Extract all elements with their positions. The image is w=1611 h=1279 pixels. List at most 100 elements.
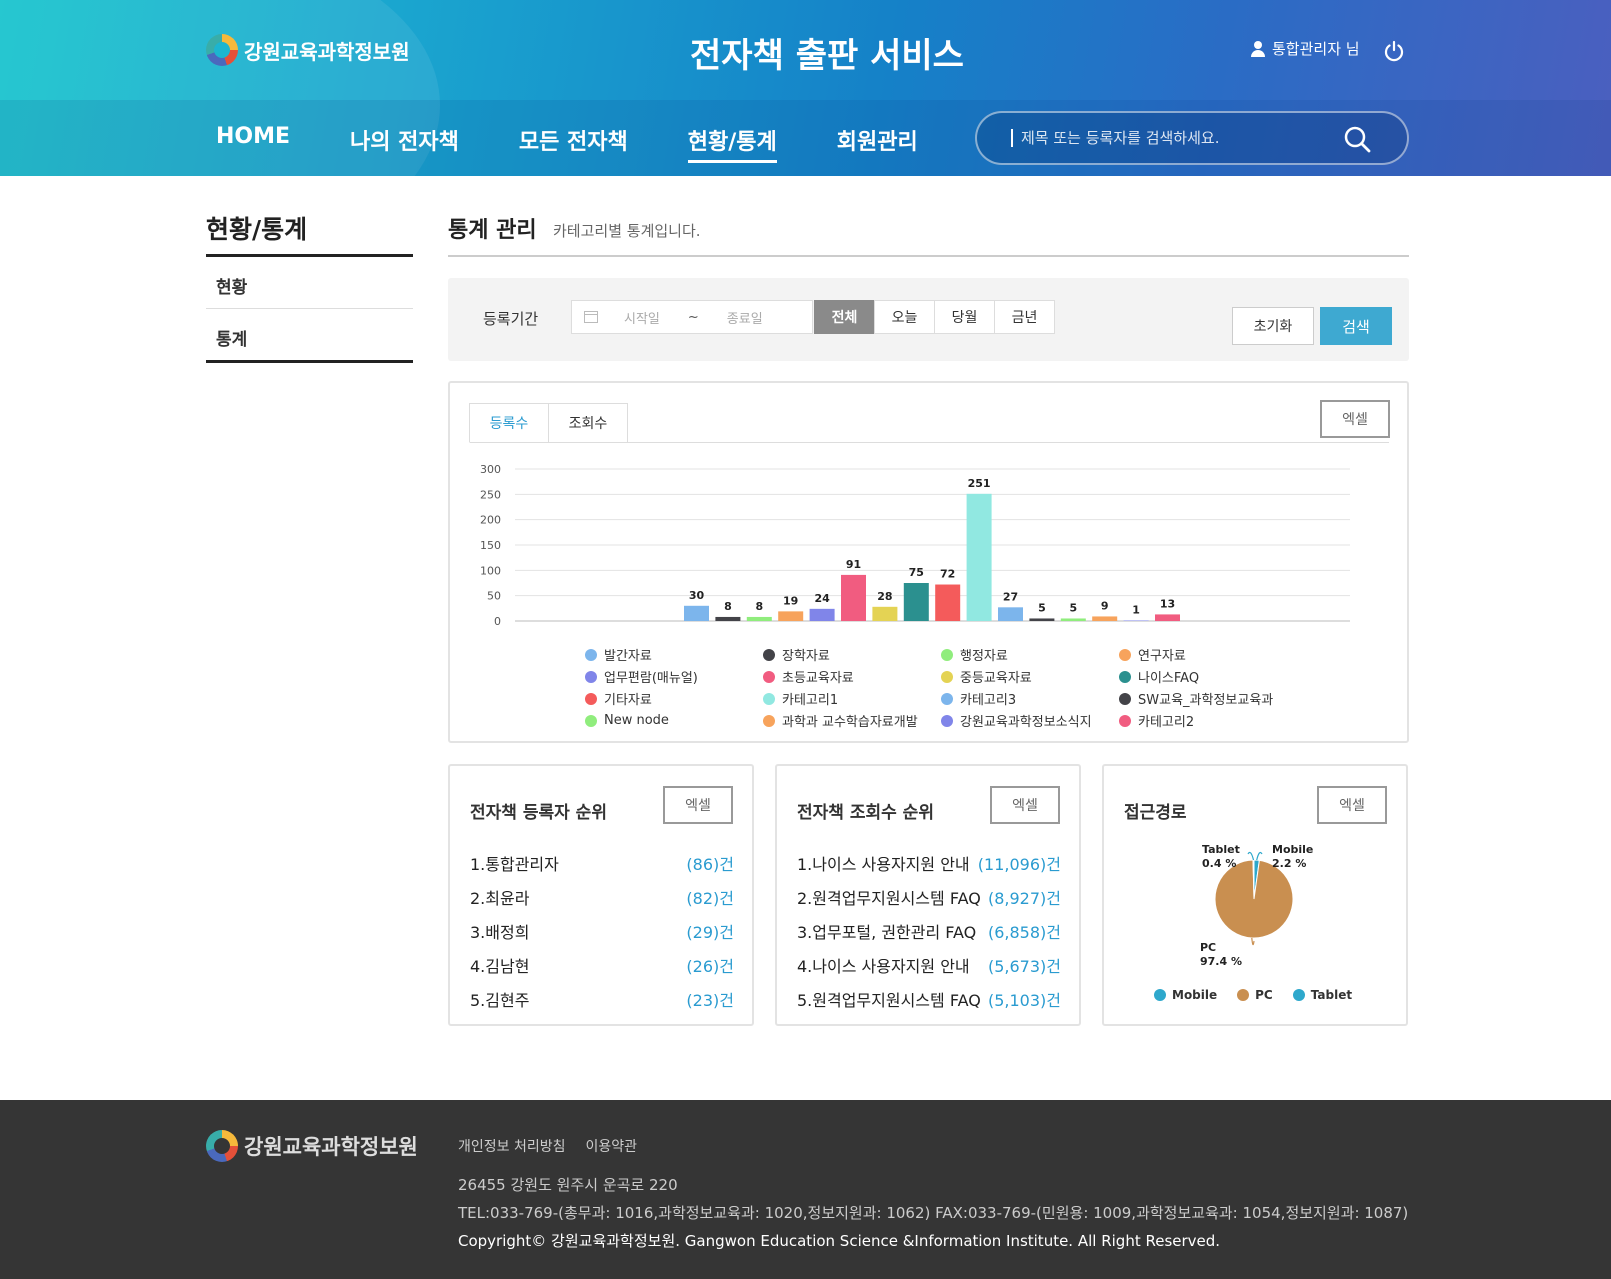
sidebar-item-statistics[interactable]: 통계 [206,325,413,363]
calendar-icon[interactable] [584,311,598,323]
pie-legend-item[interactable]: Mobile [1154,988,1217,1002]
user-menu[interactable]: 통합관리자 님 [1250,38,1360,59]
site-logo[interactable]: 강원교육과학정보원 [206,34,410,66]
legend-item[interactable]: 업무편람(매뉴얼) [585,667,763,686]
legend-label: 카테고리3 [960,693,1017,708]
chart-bar[interactable] [966,493,992,621]
page-subtitle: 카테고리별 통계입니다. [553,222,701,240]
legend-item[interactable]: 발간자료 [585,645,763,664]
period-month-button[interactable]: 당월 [934,300,995,334]
sidebar-item-status[interactable]: 현황 [206,273,413,309]
chart-bar[interactable] [1092,616,1118,621]
rank-row[interactable]: 1.통합관리자 (86)건 [470,846,734,880]
rank-count: (29)건 [686,923,734,942]
terms-link[interactable]: 이용약관 [586,1136,638,1156]
chart-bar[interactable] [715,616,741,621]
nav-members[interactable]: 회원관리 [837,124,918,163]
tab-registrations[interactable]: 등록수 [469,403,549,443]
rank-row[interactable]: 4.나이스 사용자지원 안내 (5,673)건 [797,948,1061,982]
chart-excel-button[interactable]: 엑셀 [1320,400,1390,438]
rank-row[interactable]: 2.원격업무지원시스템 FAQ (8,927)건 [797,880,1061,914]
tabs-divider [470,442,1389,443]
reset-button[interactable]: 초기화 [1232,307,1314,345]
legend-item[interactable]: 카테고리2 [1119,711,1297,730]
legend-label: Tablet [1310,988,1353,1002]
privacy-policy-link[interactable]: 개인정보 처리방침 [458,1136,566,1156]
legend-dot [763,648,775,661]
pie-leader-line [1247,851,1255,861]
legend-item[interactable]: 기타자료 [585,689,763,708]
search-input[interactable] [1011,129,1331,147]
legend-item[interactable]: 나이스FAQ [1119,667,1297,686]
chart-bar[interactable] [684,605,709,621]
legend-dot [941,670,953,683]
nav-home[interactable]: HOME [216,124,290,163]
bar-value-label: 9 [1101,599,1109,612]
legend-item[interactable]: New node [585,711,763,730]
legend-dot [1154,989,1166,1001]
date-range-field[interactable]: 시작일 ~ 종료일 [571,300,813,334]
chart-bar[interactable] [935,584,961,621]
chart-bar[interactable] [841,574,866,621]
legend-item[interactable]: 카테고리3 [941,689,1119,708]
legend-item[interactable]: 장학자료 [763,645,941,664]
chart-bar[interactable] [746,616,772,621]
legend-dot [585,714,597,727]
rank-name: 3.배정희 [470,923,530,942]
tab-views[interactable]: 조회수 [548,403,628,443]
sidebar-divider [206,254,413,257]
search-icon[interactable] [1343,125,1371,153]
chart-bar[interactable] [998,607,1023,621]
rank-row[interactable]: 5.원격업무지원시스템 FAQ (5,103)건 [797,982,1061,1016]
power-icon[interactable] [1383,40,1405,62]
y-tick-label: 0 [494,615,501,628]
nav-all-ebooks[interactable]: 모든 전자책 [519,124,628,163]
search-button[interactable]: 검색 [1320,307,1392,345]
view-excel-button[interactable]: 엑셀 [990,786,1060,824]
chart-bar[interactable] [778,611,804,621]
logo-icon [206,34,238,66]
period-year-button[interactable]: 금년 [994,300,1055,334]
rank-row[interactable]: 3.배정희 (29)건 [470,914,734,948]
nav-statistics[interactable]: 현황/통계 [687,124,777,163]
bar-value-label: 8 [724,600,732,613]
chart-bar[interactable] [1060,618,1086,621]
pie-legend-item[interactable]: Tablet [1292,988,1353,1002]
legend-item[interactable]: 강원교육과학정보소식지 [941,711,1119,730]
bar-value-label: 72 [940,568,955,581]
legend-item[interactable]: 중등교육자료 [941,667,1119,686]
footer-logo: 강원교육과학정보원 [206,1130,418,1162]
legend-item[interactable]: 초등교육자료 [763,667,941,686]
registrant-excel-button[interactable]: 엑셀 [663,786,733,824]
end-date-input[interactable]: 종료일 [727,308,763,327]
site-footer: 강원교육과학정보원 개인정보 처리방침 이용약관 26455 강원도 원주시 운… [0,1100,1611,1279]
chart-bar[interactable] [872,606,898,621]
rank-row[interactable]: 5.김현주 (23)건 [470,982,734,1016]
legend-dot [1119,714,1131,727]
chart-bar[interactable] [903,583,929,621]
legend-item[interactable]: SW교육_과학정보교육과 [1119,689,1297,708]
chart-bar[interactable] [809,608,835,621]
legend-dot [585,670,597,683]
pie-legend-item[interactable]: PC [1237,988,1273,1002]
legend-item[interactable]: 과학과 교수학습자료개발 [763,711,941,730]
legend-dot [763,714,775,727]
nav-my-ebooks[interactable]: 나의 전자책 [350,124,459,163]
footer-tel: TEL:033-769-(총무과: 1016,과학정보교육과: 1020,정보지… [458,1204,1409,1222]
legend-item[interactable]: 행정자료 [941,645,1119,664]
period-all-button[interactable]: 전체 [814,300,875,334]
rank-row[interactable]: 4.김남현 (26)건 [470,948,734,982]
chart-bar[interactable] [1123,620,1149,621]
legend-label: 발간자료 [604,649,652,664]
footer-address: 26455 강원도 원주시 운곡로 220 [458,1176,678,1194]
legend-item[interactable]: 카테고리1 [763,689,941,708]
legend-item[interactable]: 연구자료 [1119,645,1297,664]
rank-row[interactable]: 3.업무포털, 권한관리 FAQ (6,858)건 [797,914,1061,948]
rank-row[interactable]: 1.나이스 사용자지원 안내 (11,096)건 [797,846,1061,880]
chart-bar[interactable] [1155,614,1180,621]
legend-dot [1119,692,1131,705]
chart-bar[interactable] [1029,618,1055,621]
rank-row[interactable]: 2.최윤라 (82)건 [470,880,734,914]
start-date-input[interactable]: 시작일 [624,308,660,327]
period-today-button[interactable]: 오늘 [874,300,935,334]
